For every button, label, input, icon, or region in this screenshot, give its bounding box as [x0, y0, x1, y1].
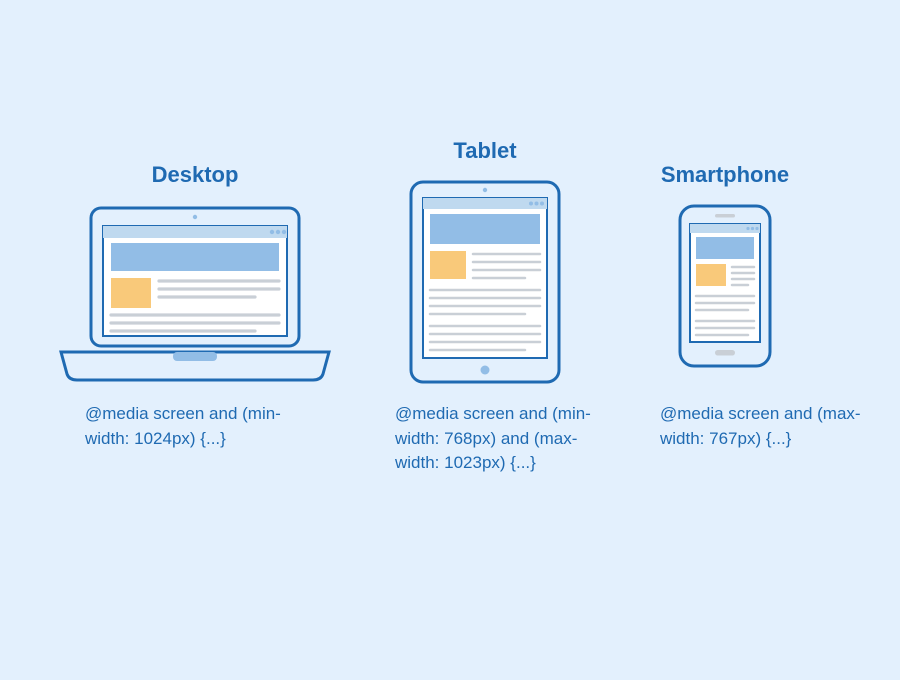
desktop-caption: @media screen and (min-width: 1024px) {.…: [85, 402, 305, 451]
tablet-title: Tablet: [400, 138, 570, 164]
tablet-caption: @media screen and (min-width: 768px) and…: [395, 402, 615, 476]
device-tablet: Tablet: [400, 138, 570, 388]
device-desktop: Desktop: [55, 162, 335, 387]
smartphone-icon: [670, 202, 780, 372]
laptop-icon: [55, 202, 335, 387]
tablet-icon: [405, 178, 565, 388]
smartphone-title: Smartphone: [650, 162, 800, 188]
device-smartphone: Smartphone: [650, 162, 800, 372]
smartphone-caption: @media screen and (max-width: 767px) {..…: [660, 402, 880, 451]
desktop-title: Desktop: [55, 162, 335, 188]
